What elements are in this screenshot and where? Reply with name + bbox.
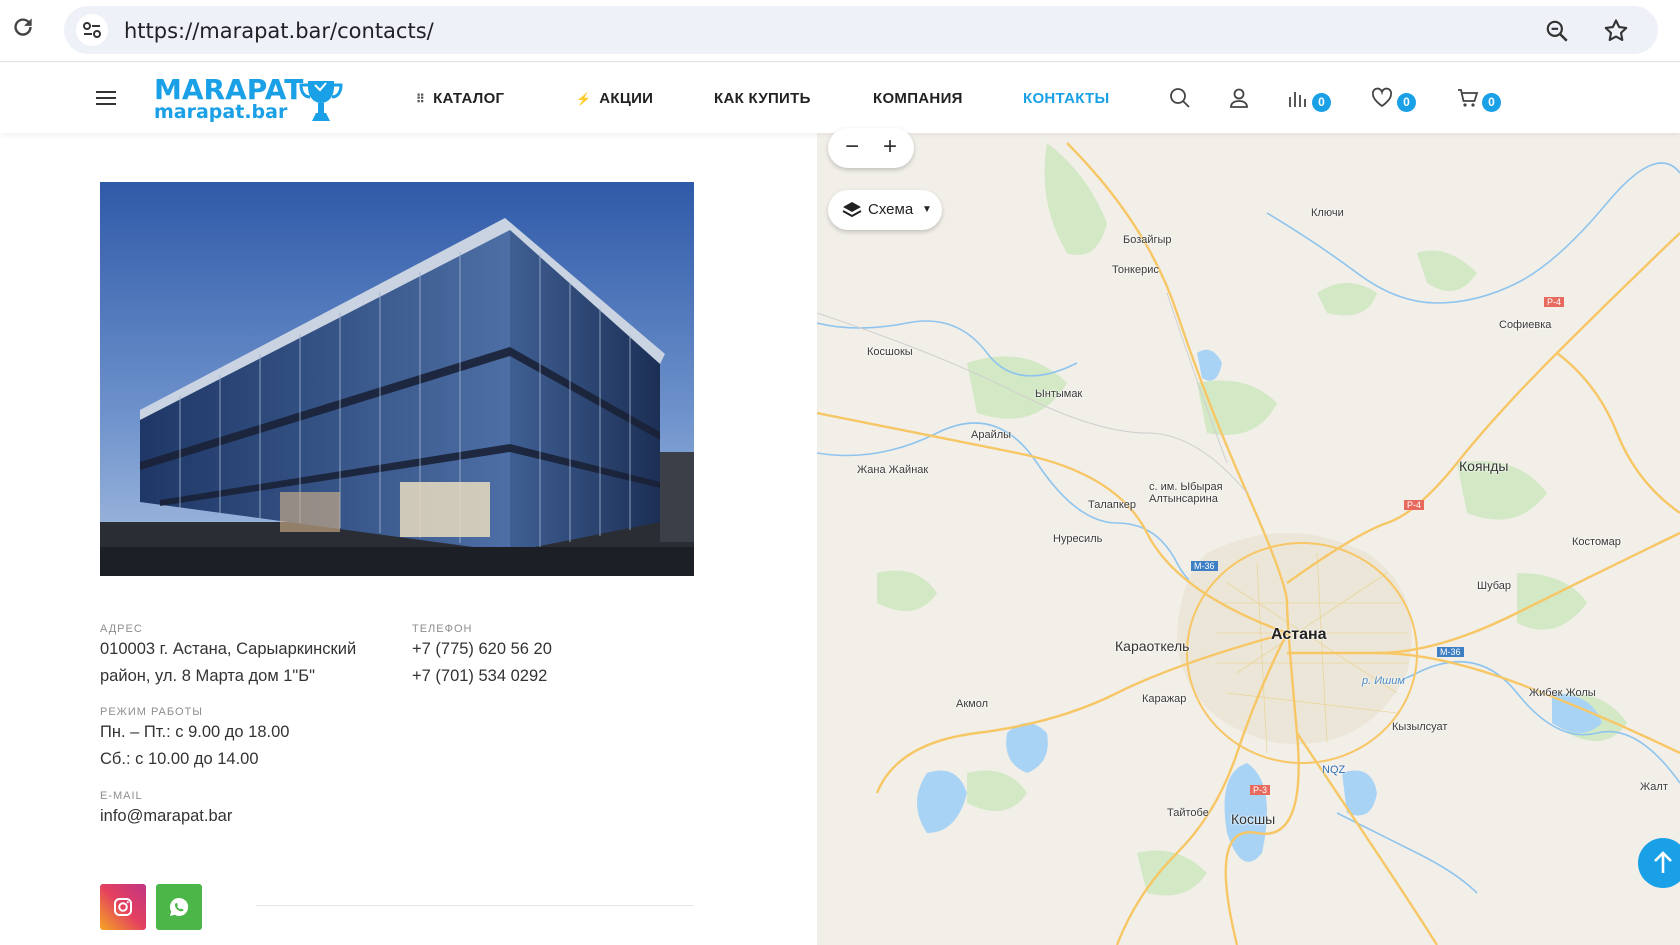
place-sofievka: Софиевка [1499, 319, 1552, 331]
nav-label: КОМПАНИЯ [873, 90, 963, 107]
zoom-out-button[interactable]: − [834, 132, 870, 164]
whatsapp-icon [169, 897, 189, 916]
place-tonkeris: Тонкерис [1112, 264, 1159, 276]
place-klyuchi: Ключи [1311, 207, 1344, 219]
site-header: MARAPAT marapat.bar ⠿ КАТАЛОГ ⚡ АКЦИИ КАК … [0, 63, 1680, 133]
nav-company[interactable]: КОМПАНИЯ [873, 90, 963, 107]
heart-icon[interactable] [1371, 87, 1393, 109]
user-icon[interactable] [1228, 87, 1250, 109]
river-ishim: р. Ишим [1362, 675, 1405, 687]
grid-icon: ⠿ [416, 92, 426, 106]
place-karaotkel: Караоткель [1115, 638, 1190, 654]
place-kosshy: Косшы [1231, 811, 1276, 827]
address-line-2: район, ул. 8 Марта дом 1"Б" [100, 667, 315, 685]
address-label: АДРЕС [100, 623, 143, 635]
address-line-1: 010003 г. Астана, Сарыаркинский [100, 640, 357, 658]
logo-subtext: marapat.bar [154, 101, 288, 123]
place-zhibek-zholy: Жибек Жолы [1529, 687, 1596, 699]
hours-label: РЕЖИМ РАБОТЫ [100, 706, 204, 718]
favorites-count-badge: 0 [1397, 93, 1416, 112]
place-kostomar: Костомар [1572, 536, 1621, 548]
cart-count-badge: 0 [1482, 93, 1501, 112]
nav-contacts[interactable]: КОНТАКТЫ [1023, 90, 1109, 107]
place-altynsarina: с. им. Ыбырая Алтынсарина [1149, 481, 1223, 505]
url-text[interactable]: https://marapat.bar/contacts/ [124, 19, 434, 43]
place-yntymak: Ынтымак [1035, 388, 1083, 400]
address-bar[interactable]: https://marapat.bar/contacts/ [64, 6, 1658, 54]
hours-weekdays: Пн. – Пт.: с 9.00 до 18.00 [100, 723, 290, 741]
road-label-m36: М-36 [1437, 647, 1464, 657]
email-label: E-MAIL [100, 790, 143, 802]
layers-icon [842, 202, 862, 218]
browser-toolbar: https://marapat.bar/contacts/ [0, 0, 1680, 62]
map-zoom-control: − + [828, 128, 914, 168]
office-building-photo [100, 182, 694, 576]
nav-label: КОНТАКТЫ [1023, 90, 1110, 107]
road-label-p4: Р-4 [1544, 297, 1565, 307]
bolt-icon: ⚡ [576, 92, 592, 106]
nav-promotions[interactable]: ⚡ АКЦИИ [576, 90, 653, 107]
road-label-m36: М-36 [1191, 561, 1218, 571]
place-koyandy: Коянды [1459, 458, 1509, 474]
footer-divider [256, 905, 694, 906]
place-talapker: Талапкер [1088, 499, 1137, 511]
zoom-in-button[interactable]: + [872, 132, 908, 164]
compare-icon[interactable] [1287, 87, 1309, 109]
place-bozaigyr: Бозайгыр [1123, 234, 1172, 246]
reload-icon[interactable] [10, 14, 36, 40]
trophy-icon [299, 81, 343, 121]
place-karazhar: Каражар [1142, 693, 1187, 705]
scroll-to-top-button[interactable] [1638, 838, 1680, 888]
nav-label: КАТАЛОГ [433, 90, 505, 107]
hours-saturday: Сб.: с 10.00 до 14.00 [100, 750, 259, 768]
place-shubar: Шубар [1477, 580, 1511, 592]
nav-label: КАК КУПИТЬ [714, 90, 811, 107]
road-label-p3: Р-3 [1250, 785, 1271, 795]
phone-1[interactable]: +7 (775) 620 56 20 [412, 636, 552, 663]
menu-icon[interactable] [96, 91, 116, 107]
phone-label: ТЕЛЕФОН [412, 623, 473, 635]
map-layer-label: Схема [868, 201, 914, 218]
place-akmol: Акмол [956, 698, 989, 710]
place-zhal: Жалт [1640, 781, 1668, 793]
map-layer-button[interactable]: Схема ▼ [828, 190, 942, 230]
nav-catalog[interactable]: ⠿ КАТАЛОГ [416, 90, 504, 107]
place-zhana-zhainak: Жана Жайнак [857, 464, 929, 476]
place-kyzylsuat: Кызылсуат [1392, 721, 1448, 733]
road-label-p4: Р-4 [1404, 500, 1425, 510]
instagram-button[interactable] [100, 884, 146, 930]
chevron-down-icon: ▼ [922, 204, 932, 215]
arrow-up-icon [1654, 851, 1672, 873]
phone-2[interactable]: +7 (701) 534 0292 [412, 663, 547, 690]
place-arayly: Арайлы [971, 429, 1012, 441]
instagram-icon [114, 898, 132, 916]
cart-icon[interactable] [1457, 87, 1479, 109]
whatsapp-button[interactable] [156, 884, 202, 930]
nav-how-to-buy[interactable]: КАК КУПИТЬ [714, 90, 811, 107]
site-info-icon[interactable] [76, 14, 108, 46]
place-nuresil: Нуресиль [1053, 533, 1103, 545]
place-koshoky: Косшокы [867, 346, 913, 358]
zoom-icon[interactable] [1544, 18, 1570, 44]
compare-count-badge: 0 [1312, 93, 1331, 112]
airport-nqz: NQZ [1322, 764, 1346, 776]
email-link[interactable]: info@marapat.bar [100, 803, 232, 830]
place-astana: Астана [1271, 626, 1327, 643]
nav-label: АКЦИИ [599, 90, 654, 107]
place-taitobe: Тайтобе [1167, 807, 1209, 819]
yandex-map[interactable]: Р-4 Р-4 М-36 М-36 Р-3 Ключи Бозайгыр Тон… [817, 133, 1680, 945]
bookmark-star-icon[interactable] [1602, 17, 1630, 45]
search-icon[interactable] [1169, 87, 1191, 109]
logo[interactable]: MARAPAT marapat.bar [154, 73, 354, 125]
